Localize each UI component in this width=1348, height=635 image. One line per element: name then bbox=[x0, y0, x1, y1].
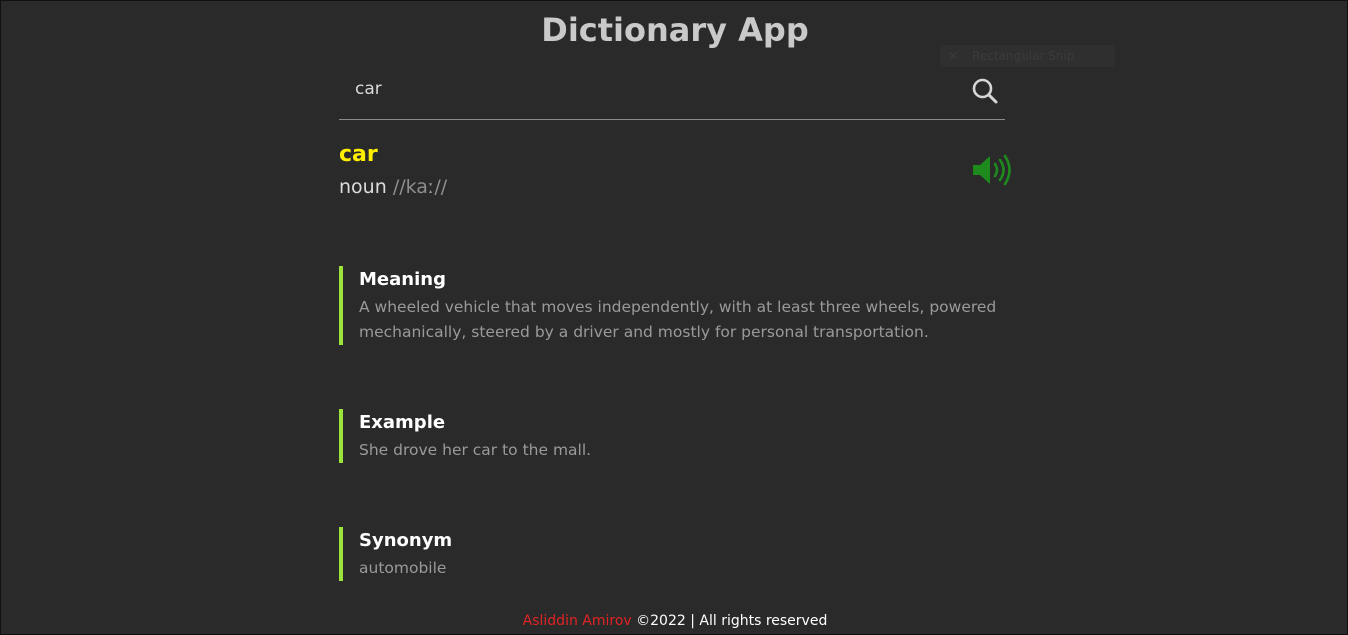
search-icon bbox=[972, 78, 998, 104]
meaning-title: Meaning bbox=[359, 269, 446, 290]
synonym-section: Synonym automobile bbox=[339, 527, 1019, 581]
example-section: Example She drove her car to the mall. bbox=[339, 409, 1019, 463]
phonetic: //kaː// bbox=[392, 176, 448, 198]
snip-label: Rectangular Snip bbox=[972, 49, 1075, 63]
search-bar bbox=[339, 69, 1005, 120]
play-audio-button[interactable] bbox=[971, 153, 1015, 187]
footer: Asliddin Amirov ©2022 | All rights reser… bbox=[1, 613, 1348, 629]
snip-icon: ✕ bbox=[948, 49, 959, 63]
search-input[interactable] bbox=[339, 69, 939, 109]
meaning-section: Meaning A wheeled vehicle that moves ind… bbox=[339, 266, 1019, 345]
app-title: Dictionary App bbox=[541, 11, 809, 49]
example-text: She drove her car to the mall. bbox=[359, 441, 592, 459]
result-word: car bbox=[339, 142, 378, 167]
search-button[interactable] bbox=[971, 77, 999, 105]
word-header: car noun //kaː// bbox=[339, 141, 1019, 201]
meaning-text: A wheeled vehicle that moves independent… bbox=[359, 298, 997, 341]
word-details: noun //kaː// bbox=[339, 173, 1019, 201]
example-title: Example bbox=[359, 412, 446, 433]
volume-icon bbox=[973, 154, 1011, 186]
snip-tool-overlay: ✕ Rectangular Snip bbox=[940, 45, 1115, 67]
part-of-speech: noun bbox=[339, 176, 387, 198]
footer-copyright: ©2022 | All rights reserved bbox=[631, 613, 828, 629]
footer-author: Asliddin Amirov bbox=[522, 613, 632, 629]
synonym-text: automobile bbox=[359, 559, 447, 577]
synonym-title: Synonym bbox=[359, 530, 453, 551]
